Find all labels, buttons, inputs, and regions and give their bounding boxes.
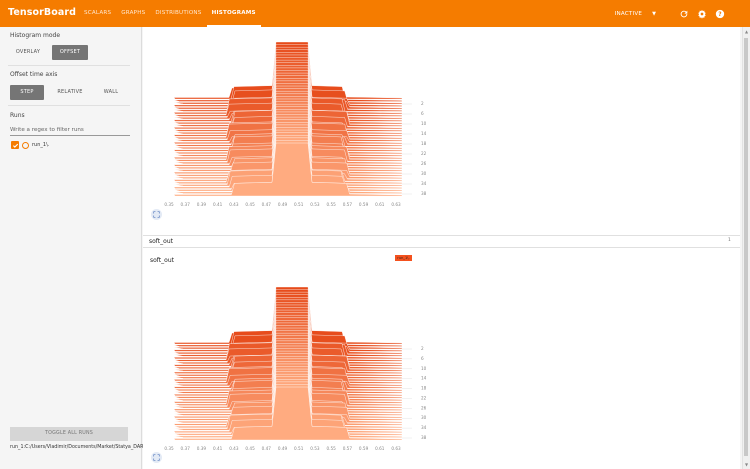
x-tick-label: 0.55	[326, 446, 336, 451]
scroll-down-icon[interactable]: ▼	[745, 462, 748, 467]
x-tick-label: 0.59	[359, 202, 369, 207]
scroll-up-icon[interactable]: ▲	[745, 29, 748, 34]
x-tick-label: 0.43	[229, 446, 239, 451]
x-tick-label: 0.53	[310, 202, 320, 207]
step-tick-label: 34	[421, 425, 427, 430]
step-tick-label: 10	[421, 366, 427, 371]
step-axis: 261014182226303438	[402, 101, 427, 196]
x-tick-label: 0.39	[197, 202, 207, 207]
step-tick-label: 14	[421, 376, 427, 381]
step-tick-label: 26	[421, 405, 427, 410]
x-tick-label: 0.61	[375, 202, 385, 207]
x-tick-label: 0.57	[343, 446, 353, 451]
expand-icon[interactable]	[151, 209, 162, 220]
histogram-chart-1: 0.35 0.37 0.39 0.41 0.43 0.45 0.47 0.49 0.51 0.53…	[163, 41, 427, 451]
x-tick-label: 0.45	[245, 202, 255, 207]
step-tick-label: 38	[421, 191, 427, 196]
x-tick-label: 0.37	[181, 446, 191, 451]
x-tick-label: 0.63	[391, 202, 401, 207]
step-tick-label: 18	[421, 386, 427, 391]
step-tick-label: 14	[421, 131, 427, 136]
x-tick-label: 0.41	[213, 446, 223, 451]
histogram-1: 0.35 0.37 0.39 0.41 0.43 0.45 0.47 0.49 0.51 0.53…	[163, 41, 427, 207]
x-tick-label: 0.49	[278, 202, 288, 207]
x-tick-label: 0.51	[294, 202, 304, 207]
x-tick-label: 0.35	[164, 202, 174, 207]
histogram-2: 0.35 0.37 0.39 0.41 0.43 0.45 0.47 0.49 0.51 0.53…	[163, 286, 427, 451]
x-tick-label: 0.43	[229, 202, 239, 207]
x-axis: 0.35 0.37 0.39 0.41 0.43 0.45 0.47 0.49 0.51 0.53…	[164, 446, 401, 451]
x-tick-label: 0.37	[181, 202, 191, 207]
x-tick-label: 0.49	[278, 446, 288, 451]
x-tick-label: 0.55	[326, 202, 336, 207]
x-tick-label: 0.61	[375, 446, 385, 451]
step-tick-label: 6	[421, 111, 424, 116]
step-tick-label: 2	[421, 101, 424, 106]
step-axis: 261014182226303438	[402, 346, 427, 440]
x-tick-label: 0.47	[262, 446, 272, 451]
step-tick-label: 2	[421, 346, 424, 351]
x-tick-label: 0.59	[359, 446, 369, 451]
expand-icon[interactable]	[151, 452, 162, 463]
step-tick-label: 6	[421, 356, 424, 361]
x-tick-label: 0.45	[245, 446, 255, 451]
scrollbar-thumb[interactable]	[744, 38, 748, 456]
step-tick-label: 22	[421, 151, 427, 156]
step-tick-label: 18	[421, 141, 427, 146]
step-tick-label: 26	[421, 161, 427, 166]
x-tick-label: 0.63	[391, 446, 401, 451]
step-tick-label: 10	[421, 121, 427, 126]
x-tick-label: 0.53	[310, 446, 320, 451]
x-tick-label: 0.35	[164, 446, 174, 451]
step-tick-label: 34	[421, 181, 427, 186]
x-tick-label: 0.57	[343, 202, 353, 207]
step-tick-label: 30	[421, 171, 427, 176]
x-axis: 0.35 0.37 0.39 0.41 0.43 0.45 0.47 0.49 0.51 0.53…	[164, 202, 401, 207]
step-tick-label: 30	[421, 415, 427, 420]
step-tick-label: 38	[421, 435, 427, 440]
x-tick-label: 0.51	[294, 446, 304, 451]
x-tick-label: 0.41	[213, 202, 223, 207]
step-tick-label: 22	[421, 395, 427, 400]
x-tick-label: 0.47	[262, 202, 272, 207]
x-tick-label: 0.39	[197, 446, 207, 451]
